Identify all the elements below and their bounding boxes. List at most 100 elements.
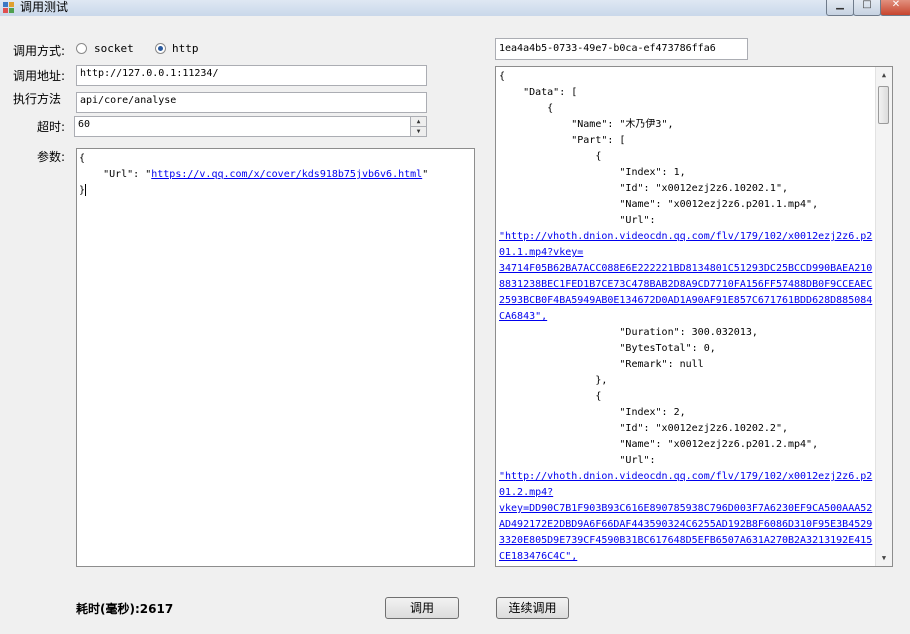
result-line: 3320E805D9E739CF4590B31BC617648D5EFB6507… xyxy=(499,533,874,549)
result-url-link[interactable]: vkey=DD90C7B1F903B93C616E890785938C796D0… xyxy=(499,503,872,514)
radio-http-label[interactable]: http xyxy=(172,42,199,55)
result-line: "http://vhoth.dnion.videocdn.qq.com/flv/… xyxy=(499,229,874,245)
result-line-text: "Data": [ xyxy=(499,87,578,98)
result-line: 01.2.mp4? xyxy=(499,485,874,501)
result-line: { xyxy=(499,389,874,405)
params-label: 参数: xyxy=(37,150,66,164)
result-url-link[interactable]: 8831238BEC1FED1B7CE73C478BAB2D8A9CD7710F… xyxy=(499,279,872,290)
spin-down-button[interactable]: ▼ xyxy=(410,127,426,136)
result-line: { xyxy=(499,149,874,165)
result-line: 2593BCB0F4BA5949AB0E134672D0AD1A90AF91E8… xyxy=(499,293,874,309)
result-line-text: "Part": [ xyxy=(499,135,626,146)
result-line: "Id": "x0012ezj2z6.10202.2", xyxy=(499,421,874,437)
chevron-up-icon: ▲ xyxy=(416,118,421,125)
result-line: CA6843", xyxy=(499,309,874,325)
elapsed-time: 耗时(毫秒):2617 xyxy=(76,602,174,616)
chevron-down-icon: ▼ xyxy=(416,128,421,135)
result-url-link[interactable]: "http://vhoth.dnion.videocdn.qq.com/flv/… xyxy=(499,471,872,482)
result-line: "Duration": 300.032013, xyxy=(499,325,874,341)
params-textarea[interactable]: { "Url": "https://v.qq.com/x/cover/kds91… xyxy=(76,148,475,567)
close-button[interactable]: ✕ xyxy=(880,0,910,16)
result-line: "Id": "x0012ezj2z6.10202.1", xyxy=(499,181,874,197)
result-line: "Name": "x0012ezj2z6.p201.1.mp4", xyxy=(499,197,874,213)
result-line: "Url": xyxy=(499,213,874,229)
result-line-text: { xyxy=(499,103,554,114)
result-line: "Remark": null xyxy=(499,357,874,373)
params-line: "Url": "https://v.qq.com/x/cover/kds918b… xyxy=(79,167,472,183)
address-input[interactable]: http://127.0.0.1:11234/ xyxy=(76,65,427,86)
result-line-text: "Name": "木乃伊3", xyxy=(499,119,674,130)
chevron-down-icon: ▼ xyxy=(881,554,887,562)
result-textarea[interactable]: { "Data": [ { "Name": "木乃伊3", "Part": [ … xyxy=(495,66,893,567)
result-line: }, xyxy=(499,373,874,389)
result-url-link[interactable]: "http://vhoth.dnion.videocdn.qq.com/flv/… xyxy=(499,231,872,242)
params-url-close: " xyxy=(422,169,429,180)
radio-socket[interactable] xyxy=(76,43,87,54)
result-line-text: "Url": xyxy=(499,455,656,466)
maximize-icon: □ xyxy=(862,0,872,10)
result-url-link[interactable]: 34714F05B62BA7ACC088E6E222221BD8134801C5… xyxy=(499,263,872,274)
params-url-key: "Url": " xyxy=(79,169,152,180)
params-url-link[interactable]: https://v.qq.com/x/cover/kds918b75jvb6v6… xyxy=(151,169,422,180)
result-line-text: "Duration": 300.032013, xyxy=(499,327,758,338)
continuous-call-button[interactable]: 连续调用 xyxy=(496,597,569,619)
result-url-link[interactable]: 2593BCB0F4BA5949AB0E134672D0AD1A90AF91E8… xyxy=(499,295,872,306)
result-line-text: { xyxy=(499,151,602,162)
result-line-text: { xyxy=(499,71,506,82)
minimize-icon: ▁ xyxy=(836,0,844,10)
method-input[interactable]: api/core/analyse xyxy=(76,92,427,113)
window-title: 调用测试 xyxy=(20,0,69,14)
minimize-button[interactable]: ▁ xyxy=(826,0,854,16)
scroll-down-arrow[interactable]: ▼ xyxy=(876,550,892,566)
params-line: } xyxy=(79,183,472,199)
result-line-text: "Remark": null xyxy=(499,359,704,370)
timeout-label: 超时: xyxy=(37,120,66,134)
result-line: "Name": "x0012ezj2z6.p201.2.mp4", xyxy=(499,437,874,453)
result-scrollbar[interactable]: ▲ ▼ xyxy=(875,67,892,566)
result-line-text: "Name": "x0012ezj2z6.p201.2.mp4", xyxy=(499,439,819,450)
result-line: "Part": [ xyxy=(499,133,874,149)
title-bar: 调用测试 ▁ □ ✕ xyxy=(0,0,910,16)
result-line-text: "Index": 2, xyxy=(499,407,686,418)
result-line: "Index": 2, xyxy=(499,405,874,421)
chevron-up-icon: ▲ xyxy=(881,71,887,79)
result-line-text: { xyxy=(499,391,602,402)
result-line: 01.1.mp4?vkey= xyxy=(499,245,874,261)
close-icon: ✕ xyxy=(891,0,901,10)
result-line-text: "Id": "x0012ezj2z6.10202.1", xyxy=(499,183,788,194)
call-button[interactable]: 调用 xyxy=(385,597,459,619)
scroll-thumb[interactable] xyxy=(878,86,889,124)
result-url-link[interactable]: CA6843", xyxy=(499,311,547,322)
result-url-link[interactable]: 01.1.mp4?vkey= xyxy=(499,247,583,258)
result-url-link[interactable]: 01.2.mp4? xyxy=(499,487,553,498)
result-line-text: }, xyxy=(499,375,608,386)
spin-up-button[interactable]: ▲ xyxy=(410,117,426,127)
params-line: { xyxy=(79,153,86,164)
maximize-button[interactable]: □ xyxy=(853,0,881,16)
result-line: "Name": "木乃伊3", xyxy=(499,117,874,133)
result-url-link[interactable]: 3320E805D9E739CF4590B31BC617648D5EFB6507… xyxy=(499,535,872,546)
result-line: CE183476C4C", xyxy=(499,549,874,565)
result-line-text: "Index": 1, xyxy=(499,167,686,178)
result-line-text: "Url": xyxy=(499,215,656,226)
result-line-text: "Name": "x0012ezj2z6.p201.1.mp4", xyxy=(499,199,819,210)
guid-input[interactable]: 1ea4a4b5-0733-49e7-b0ca-ef473786ffa6 xyxy=(495,38,748,60)
result-line: { xyxy=(499,69,874,85)
radio-socket-label[interactable]: socket xyxy=(94,42,134,55)
result-line: "BytesTotal": 0, xyxy=(499,341,874,357)
result-line: AD492172E2DBD9A6F66DAF443590324C6255AD19… xyxy=(499,517,874,533)
result-line: 34714F05B62BA7ACC088E6E222221BD8134801C5… xyxy=(499,261,874,277)
result-line: "Data": [ xyxy=(499,85,874,101)
result-line: "Index": 1, xyxy=(499,165,874,181)
radio-http[interactable] xyxy=(155,43,166,54)
scroll-up-arrow[interactable]: ▲ xyxy=(876,67,892,83)
result-url-link[interactable]: AD492172E2DBD9A6F66DAF443590324C6255AD19… xyxy=(499,519,872,530)
timeout-input[interactable]: 60 ▲ ▼ xyxy=(74,116,427,137)
app-icon xyxy=(3,2,14,13)
text-caret xyxy=(85,184,87,196)
result-text: { "Data": [ { "Name": "木乃伊3", "Part": [ … xyxy=(499,69,874,565)
result-line: 8831238BEC1FED1B7CE73C478BAB2D8A9CD7710F… xyxy=(499,277,874,293)
result-url-link[interactable]: CE183476C4C", xyxy=(499,551,577,562)
result-line: "http://vhoth.dnion.videocdn.qq.com/flv/… xyxy=(499,469,874,485)
result-line: "Url": xyxy=(499,453,874,469)
